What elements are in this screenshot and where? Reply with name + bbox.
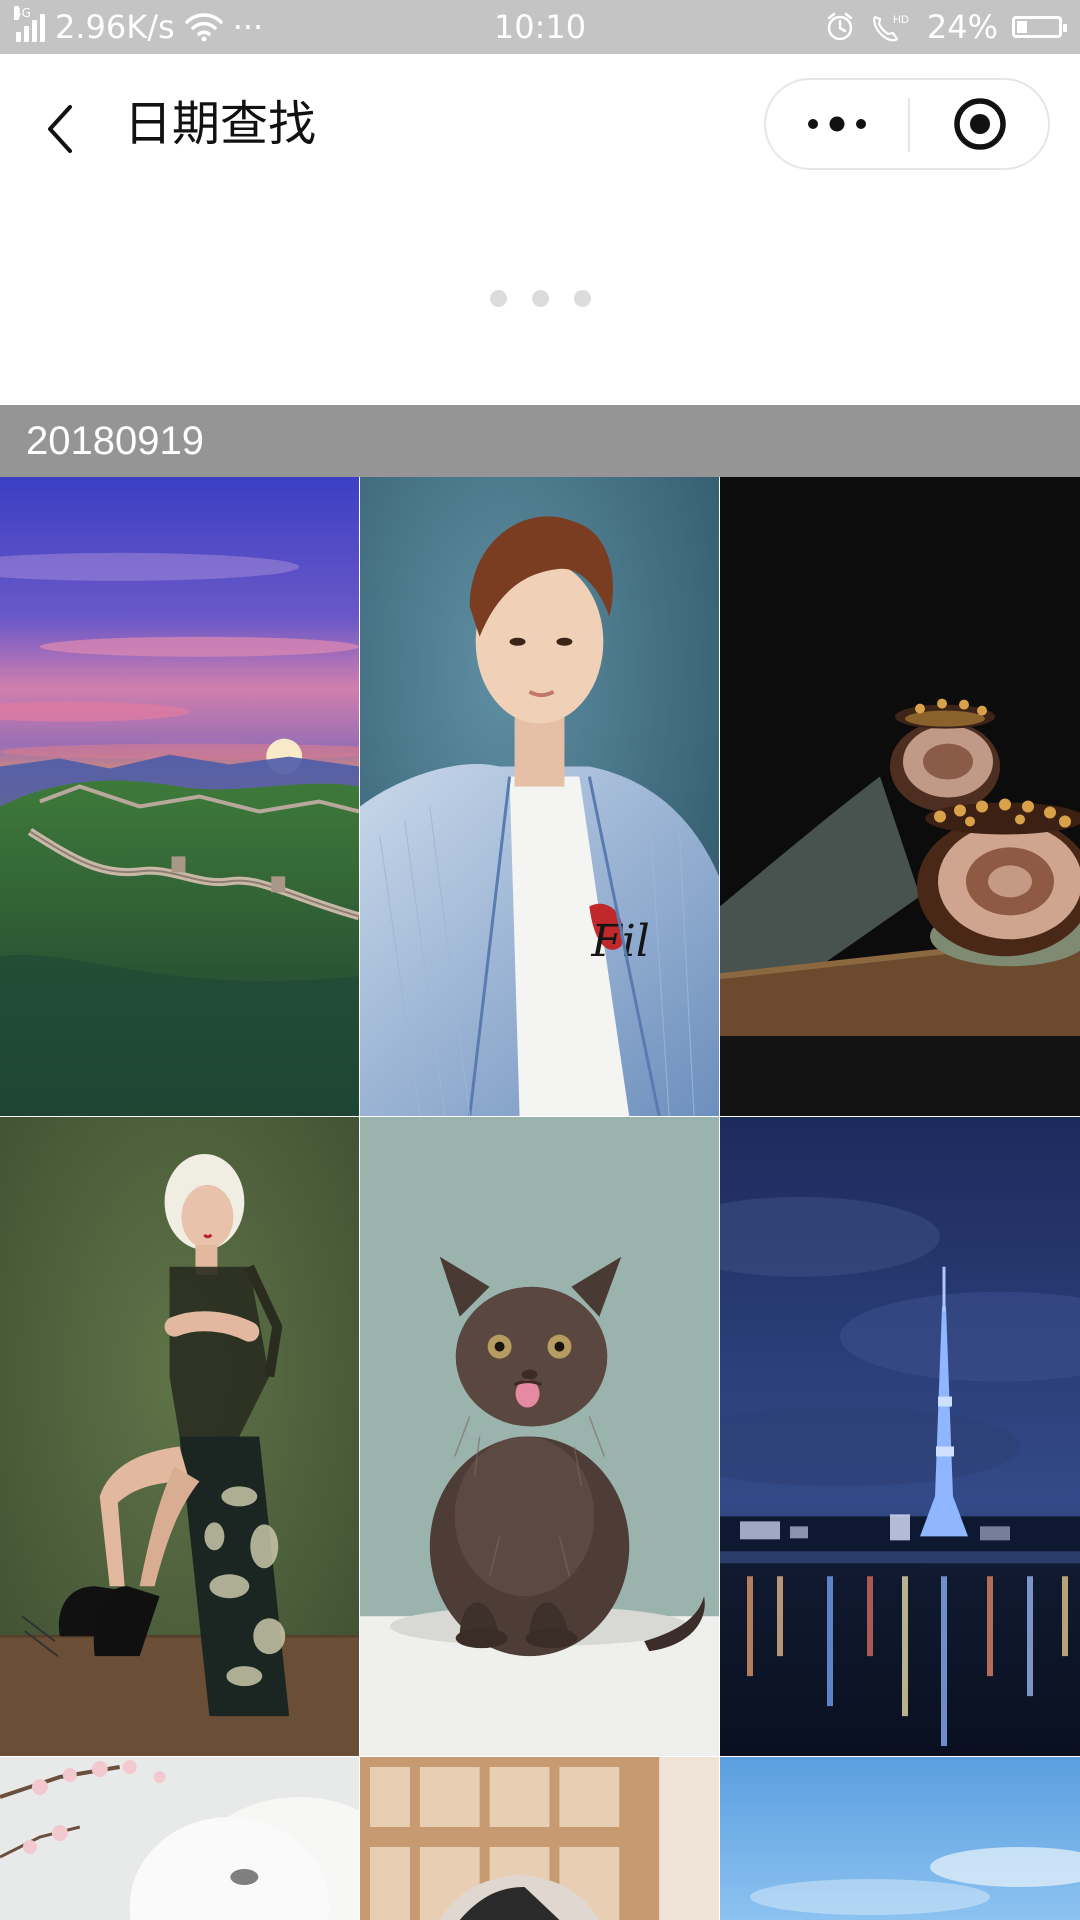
network-speed: 2.96K/s [55,8,175,46]
clock: 10:10 [493,8,587,46]
carousel-indicator [0,290,1080,307]
photo-kitten[interactable] [360,1117,719,1756]
carousel-dot[interactable] [489,290,507,307]
status-left: 4G 2.96K/s ··· [14,0,264,54]
photo-teapot-blossoms[interactable] [0,1757,359,1920]
back-icon[interactable] [40,99,80,159]
hd-call-icon: HD [873,14,909,42]
battery-percent: 24% [926,8,998,46]
wifi-icon [184,13,223,42]
photo-window-portrait[interactable] [360,1757,719,1920]
photo-grid: Fil [0,477,1080,1920]
banner-carousel[interactable] [0,200,1080,405]
signal-icon: 4G [14,6,45,42]
mini-program-capsule [764,78,1050,170]
photo-woman-fashion[interactable] [0,1117,359,1756]
status-right: HD 24% [825,0,1067,54]
photo-chocolate-cake[interactable] [720,477,1080,1116]
photo-blue-sky[interactable] [720,1757,1080,1920]
close-button[interactable] [910,80,1050,168]
battery-level [1017,21,1027,33]
more-button[interactable] [766,80,908,168]
carousel-dot[interactable] [573,290,591,307]
network-type: 4G [14,6,31,20]
page-title: 日期查找 [124,96,317,152]
nav-bar: 日期查找 [0,54,1080,200]
alarm-icon [827,12,853,41]
battery-icon [1012,16,1067,38]
more-dots-icon [808,116,866,132]
photo-great-wall[interactable] [0,477,359,1116]
status-bar: 4G 2.96K/s ··· 10:10 HD 24% [0,0,1080,54]
date-section-header: 20180919 [0,405,1080,477]
photo-tokyo-skytree[interactable] [720,1117,1080,1756]
carousel-dot[interactable] [531,290,549,307]
status-more: ··· [232,8,264,46]
svg-text:HD: HD [893,14,909,26]
close-target-icon [954,98,1006,150]
photo-man-portrait[interactable]: Fil [360,477,719,1116]
